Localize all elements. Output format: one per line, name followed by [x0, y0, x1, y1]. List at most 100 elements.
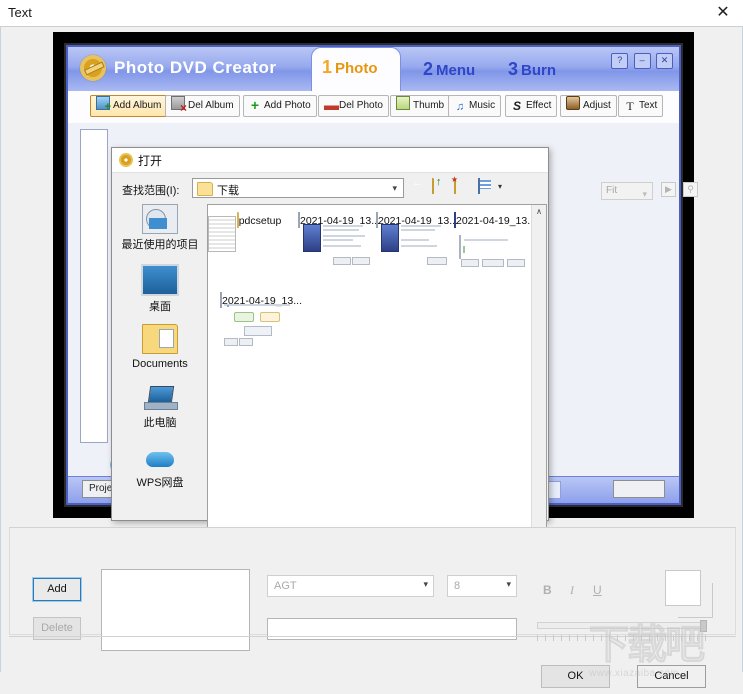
place-documents[interactable]: Documents: [118, 324, 202, 370]
add-button[interactable]: Add: [33, 578, 81, 601]
zoom-preview-icon[interactable]: ⚲: [683, 182, 698, 197]
scroll-up-icon[interactable]: ∧: [532, 205, 546, 219]
dialog-title: 打开: [138, 152, 162, 169]
font-size-combo[interactable]: 8 ▾: [447, 575, 517, 597]
list-item[interactable]: 2021-04-19_13...: [220, 293, 298, 307]
file-list-scrollbar[interactable]: ∧ ∨: [531, 205, 546, 543]
file-list[interactable]: pdcsetup: [207, 204, 547, 544]
toolbar-adjust[interactable]: Adjust: [560, 95, 617, 117]
documents-icon: [142, 324, 178, 354]
tab-photo-number: 1: [322, 57, 332, 77]
image-thumbnail: [454, 213, 456, 227]
close-icon[interactable]: ✕: [709, 2, 737, 24]
recent-items-icon: [142, 204, 178, 234]
folder-icon: [197, 182, 213, 196]
views-icon[interactable]: ▾: [478, 179, 496, 197]
wps-cloud-icon: [143, 444, 177, 472]
toolbar-add-album-label: Add Album: [113, 100, 161, 111]
tab-menu-number: 2: [423, 59, 433, 79]
toolbar-effect-label: Effect: [526, 100, 551, 111]
tab-menu-label: Menu: [436, 62, 475, 79]
tab-menu[interactable]: 2Menu: [423, 59, 475, 80]
effect-icon: S: [511, 100, 523, 112]
chevron-down-icon: ▾: [392, 183, 397, 194]
toolbar-adjust-label: Adjust: [583, 100, 611, 111]
divider: [9, 636, 736, 637]
places-bar: 最近使用的项目 桌面 Documents 此电脑: [118, 204, 202, 504]
look-in-combo[interactable]: 下载 ▾: [192, 178, 404, 198]
place-this-pc[interactable]: 此电脑: [118, 384, 202, 430]
font-family-combo[interactable]: AGT ▾: [267, 575, 434, 597]
toolbar-del-album[interactable]: Del Album: [165, 95, 240, 117]
pdc-window-buttons: ? – ✕: [609, 52, 673, 69]
place-this-pc-label: 此电脑: [144, 417, 177, 429]
text-panel: Add Delete AGT ▾ 8 ▾ B I U: [9, 527, 736, 635]
tab-burn[interactable]: 3Burn: [508, 59, 556, 80]
toolbar-del-album-label: Del Album: [188, 100, 234, 111]
color-swatch-button[interactable]: [665, 570, 701, 606]
place-wps-cloud[interactable]: WPS网盘: [118, 444, 202, 490]
pdc-header: Photo DVD Creator 1Photo 2Menu 3Burn ?: [68, 47, 679, 92]
toolbar-add-photo[interactable]: +Add Photo: [243, 95, 317, 117]
place-recent-items-label: 最近使用的项目: [122, 239, 199, 251]
this-pc-icon: [143, 384, 177, 412]
album-del-icon: [171, 96, 185, 110]
toolbar-del-photo[interactable]: ▬Del Photo: [318, 95, 389, 117]
transparency-slider[interactable]: [537, 620, 707, 630]
list-item[interactable]: 2021-04-19_13...: [298, 213, 376, 227]
text-icon: T: [624, 100, 636, 112]
slider-thumb[interactable]: [700, 620, 707, 632]
thumbnail-icon: [396, 96, 410, 110]
dialog-icon: [117, 151, 136, 170]
settings-button[interactable]: [613, 480, 665, 498]
place-desktop[interactable]: 桌面: [118, 264, 202, 314]
file-name: 2021-04-19_13...: [456, 215, 536, 227]
album-add-icon: [96, 96, 110, 110]
toolbar-add-album[interactable]: Add Album: [90, 95, 167, 117]
cancel-button[interactable]: Cancel: [637, 665, 706, 688]
back-icon[interactable]: [410, 179, 428, 197]
fit-combo[interactable]: Fit ▾: [601, 182, 653, 200]
toolbar-text[interactable]: TText: [618, 95, 663, 117]
ok-button[interactable]: OK: [541, 665, 610, 688]
italic-button[interactable]: I: [570, 583, 574, 598]
place-recent-items[interactable]: 最近使用的项目: [118, 204, 202, 252]
toolbar-effect[interactable]: SEffect: [505, 95, 557, 117]
look-in-value: 下载: [217, 182, 239, 198]
place-documents-label: Documents: [132, 358, 188, 370]
music-icon: ♫: [454, 101, 466, 113]
fit-combo-value: Fit: [606, 185, 617, 196]
text-items-list[interactable]: [101, 569, 250, 651]
desktop-icon: [141, 264, 179, 296]
list-item[interactable]: 2021-04-19_13...: [376, 213, 454, 227]
list-item[interactable]: 2021-04-19_13...: [454, 213, 532, 227]
place-desktop-label: 桌面: [149, 301, 171, 313]
new-folder-icon[interactable]: [454, 179, 472, 197]
toolbar-del-photo-label: Del Photo: [339, 100, 383, 111]
window-client-area: Photo DVD Creator 1Photo 2Menu 3Burn ?: [0, 27, 743, 672]
tab-photo[interactable]: 1Photo: [311, 47, 401, 91]
underline-button[interactable]: U: [593, 583, 602, 597]
host-window: Text ✕ Photo DVD Creator 1Photo 2Menu: [0, 0, 743, 672]
plus-icon: +: [249, 99, 261, 111]
help-icon[interactable]: ?: [611, 53, 628, 69]
up-one-level-icon[interactable]: [432, 179, 450, 197]
file-grid: pdcsetup: [208, 205, 532, 543]
file-name: pdcsetup: [239, 215, 282, 227]
pdc-app-title: Photo DVD Creator: [114, 58, 276, 78]
dialog-title-separator: [112, 172, 548, 173]
tab-burn-number: 3: [508, 59, 518, 79]
pdc-close-icon[interactable]: ✕: [656, 53, 673, 69]
screenshot-region: Photo DVD Creator 1Photo 2Menu 3Burn ?: [53, 32, 694, 518]
bold-button[interactable]: B: [543, 583, 552, 597]
toolbar-thumb[interactable]: Thumb: [390, 95, 450, 117]
folder-icon: [237, 212, 239, 228]
font-family-value: AGT: [274, 580, 297, 592]
play-preview-icon[interactable]: ▶: [661, 182, 676, 197]
image-thumbnail: [298, 213, 300, 227]
list-item[interactable]: pdcsetup: [220, 213, 298, 227]
toolbar-music[interactable]: ♫Music: [448, 95, 501, 117]
window-titlebar: Text ✕: [0, 0, 743, 27]
minimize-icon[interactable]: –: [634, 53, 651, 69]
album-list-pane[interactable]: [80, 129, 108, 443]
